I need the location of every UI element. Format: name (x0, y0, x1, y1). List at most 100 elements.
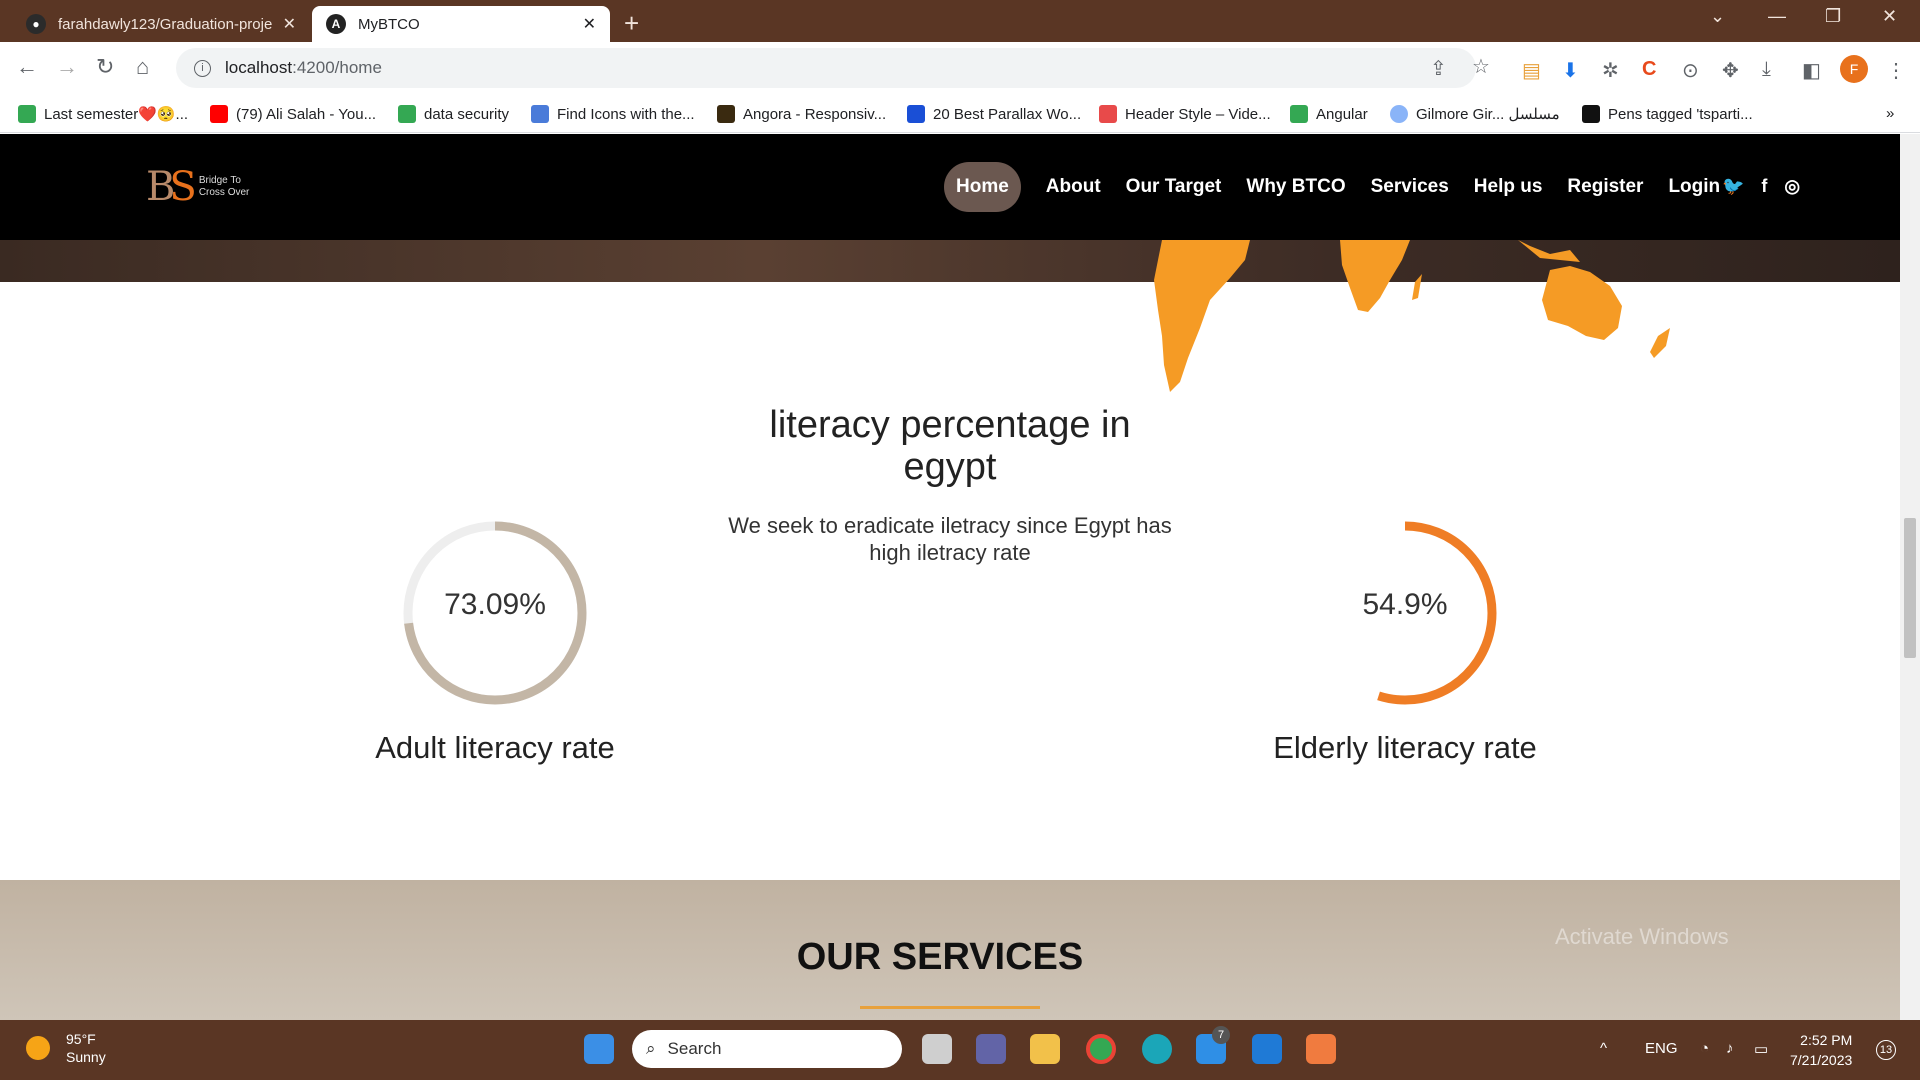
tab-title: MyBTCO (358, 15, 420, 33)
bookmark-item[interactable]: 20 Best Parallax Wo... (907, 105, 1081, 123)
bookmark-item[interactable]: Gilmore Gir... مسلسل (1390, 105, 1560, 123)
weather-widget[interactable]: 95°F Sunny (26, 1030, 106, 1066)
nav-about[interactable]: About (1046, 176, 1101, 198)
bookmark-item[interactable]: Angora - Responsiv... (717, 105, 886, 123)
bookmark-item[interactable]: Find Icons with the... (531, 105, 695, 123)
tab-strip: ● farahdawly123/Graduation-proje ✕ A MyB… (0, 0, 1920, 42)
tray-overflow-icon[interactable]: ^ (1600, 1040, 1607, 1057)
battery-icon[interactable]: ▭ (1754, 1040, 1768, 1058)
bookmark-item[interactable]: (79) Ali Salah - You... (210, 105, 376, 123)
nav-login[interactable]: Login (1668, 176, 1720, 198)
page-scrollbar[interactable] (1900, 134, 1920, 1020)
tab-mybtco[interactable]: A MyBTCO ✕ (312, 6, 610, 42)
home-icon[interactable]: ⌂ (136, 54, 149, 80)
nav-our-target[interactable]: Our Target (1126, 176, 1222, 198)
bookmark-item[interactable]: Angular (1290, 105, 1368, 123)
reload-icon[interactable]: ↻ (96, 54, 114, 80)
close-tab-icon[interactable]: ✕ (283, 14, 296, 34)
xampp-icon[interactable] (1306, 1034, 1336, 1064)
profile-avatar[interactable]: F (1840, 55, 1868, 83)
nav-menu: Home About Our Target Why BTCO Services … (944, 162, 1745, 212)
teams-icon[interactable] (976, 1034, 1006, 1064)
drive-icon (18, 105, 36, 123)
site-logo[interactable]: BS Bridge To Cross Over (146, 164, 249, 210)
angora-icon (717, 105, 735, 123)
facebook-icon[interactable]: f (1761, 176, 1767, 197)
close-tab-icon[interactable]: ✕ (583, 14, 596, 34)
elderly-literacy-percent: 54.9% (1362, 588, 1448, 621)
menu-icon[interactable]: ⋮ (1886, 58, 1906, 83)
literacy-title: literacy percentage in egypt (769, 404, 1131, 488)
adult-literacy-percent: 73.09% (444, 588, 546, 621)
bookmark-item[interactable]: Pens tagged 'tsparti... (1582, 105, 1753, 123)
bug-ext-icon[interactable]: ✲ (1602, 58, 1619, 83)
close-window-icon[interactable]: ✕ (1882, 6, 1897, 27)
bookmark-item[interactable]: data security (398, 105, 509, 123)
header-style-icon (1099, 105, 1117, 123)
wifi-icon[interactable]: ◔ (1700, 1040, 1709, 1057)
share-icon[interactable]: ⇪ (1430, 56, 1447, 81)
forward-icon[interactable]: → (56, 54, 78, 80)
nav-services[interactable]: Services (1371, 176, 1449, 198)
notification-count[interactable]: 13 (1876, 1040, 1896, 1060)
back-icon[interactable]: ← (16, 54, 38, 80)
services-section: OUR SERVICES (0, 880, 1900, 1020)
tab-github[interactable]: ● farahdawly123/Graduation-proje ✕ (12, 6, 310, 42)
site-info-icon[interactable]: i (194, 59, 211, 77)
clock-date: 7/21/2023 (1790, 1052, 1853, 1068)
drive-icon (398, 105, 416, 123)
system-clock[interactable]: 2:52 PM 7/21/2023 (1790, 1030, 1852, 1070)
new-tab-icon[interactable]: + (624, 8, 639, 39)
world-map-image (1154, 240, 1670, 392)
github-icon: ● (26, 14, 46, 34)
logo-text-line2: Cross Over (198, 187, 250, 198)
download-ext-icon[interactable]: ⬇ (1562, 58, 1579, 83)
clock-time: 2:52 PM (1800, 1032, 1853, 1048)
windows-start-icon[interactable] (584, 1034, 614, 1064)
restore-icon[interactable]: ❐ (1825, 6, 1841, 27)
twitter-icon[interactable]: 🐦 (1722, 176, 1744, 197)
extension-icon[interactable]: ▤ (1522, 58, 1541, 83)
weather-temp: 95°F (66, 1031, 96, 1047)
minimize-icon[interactable]: — (1768, 6, 1786, 27)
elderly-literacy-label: Elderly literacy rate (1273, 730, 1537, 765)
page-viewport: BS Bridge To Cross Over Home About Our T… (0, 134, 1900, 1020)
nav-why-btco[interactable]: Why BTCO (1246, 176, 1345, 198)
bookmarks-bar: Last semester❤️🥺... (79) Ali Salah - You… (0, 97, 1920, 133)
bookmark-item[interactable]: Header Style – Vide... (1099, 105, 1271, 123)
bookmarks-overflow[interactable]: » (1886, 105, 1894, 122)
chrome-icon[interactable] (1086, 1034, 1116, 1064)
edge-icon[interactable] (1142, 1034, 1172, 1064)
nav-home[interactable]: Home (944, 162, 1021, 212)
drive-icon (1290, 105, 1308, 123)
nav-register[interactable]: Register (1567, 176, 1643, 198)
volume-icon[interactable]: ♪ (1726, 1040, 1734, 1057)
search-icon: ⌕ (646, 1039, 656, 1058)
url-host: localhost (225, 58, 293, 77)
task-view-icon[interactable] (922, 1034, 952, 1064)
logo-mark-icon: BS (146, 164, 197, 210)
side-panel-icon[interactable]: ◧ (1802, 58, 1821, 83)
extensions-icon[interactable]: ✥ (1722, 58, 1739, 83)
downloads-icon[interactable]: ⤓ (1762, 58, 1771, 81)
bookmark-item[interactable]: Last semester❤️🥺... (18, 105, 188, 123)
nav-help-us[interactable]: Help us (1474, 176, 1543, 198)
tab-search-icon[interactable]: ⌄ (1710, 6, 1725, 27)
code-ext-icon[interactable]: ⊙ (1682, 58, 1699, 83)
url-path: :4200/home (292, 58, 382, 77)
codepen-icon (1582, 105, 1600, 123)
language-indicator[interactable]: ENG (1645, 1040, 1678, 1057)
youtube-icon (210, 105, 228, 123)
adult-literacy-label: Adult literacy rate (375, 730, 615, 765)
taskbar-search[interactable]: ⌕ Search (632, 1030, 902, 1068)
angular-icon: A (326, 14, 346, 34)
file-explorer-icon[interactable] (1030, 1034, 1060, 1064)
bookmark-star-icon[interactable]: ☆ (1472, 54, 1490, 79)
scrollbar-thumb[interactable] (1904, 518, 1916, 658)
browser-toolbar: ← → ↻ ⌂ i localhost:4200/home ⇪ ☆ ▤ ⬇ ✲ … (0, 42, 1920, 97)
instagram-icon[interactable]: ◎ (1784, 176, 1800, 197)
vscode-icon[interactable] (1252, 1034, 1282, 1064)
address-bar[interactable]: i localhost:4200/home (176, 48, 1476, 88)
activate-windows-watermark: Activate Windows (1555, 924, 1729, 949)
c-ext-icon[interactable]: C (1642, 58, 1656, 81)
